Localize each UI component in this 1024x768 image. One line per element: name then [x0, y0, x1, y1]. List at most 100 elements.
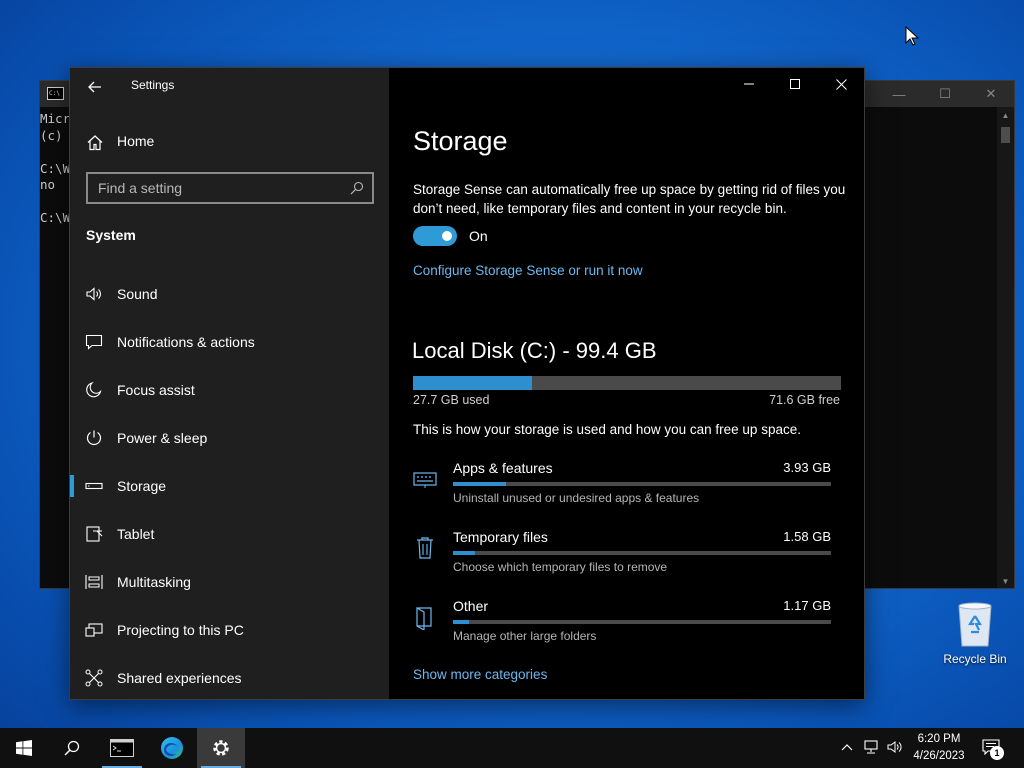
console-close-button[interactable]: ✕ [968, 81, 1014, 107]
category-usage-bar [453, 551, 831, 555]
toggle-state-label: On [469, 228, 488, 244]
category-usage-fill [453, 551, 475, 555]
notification-count-badge: 1 [990, 746, 1004, 760]
recycle-bin-desktop-icon[interactable]: Recycle Bin [938, 600, 1012, 672]
sidebar-item-label: Tablet [117, 526, 155, 542]
drive-icon [85, 482, 103, 490]
sidebar-item-multitasking[interactable]: Multitasking [70, 558, 389, 606]
console-window-controls: — ☐ ✕ [876, 81, 1014, 107]
category-size: 3.93 GB [783, 460, 831, 475]
multitasking-icon [85, 575, 103, 589]
gear-icon [213, 740, 229, 756]
category-subtitle: Manage other large folders [453, 629, 597, 643]
console-output[interactable]: Micr (c) C:\W no C:\W [40, 111, 70, 227]
taskbar-edge[interactable] [148, 728, 196, 768]
category-other[interactable]: Other 1.17 GB Manage other large folders [413, 598, 831, 658]
category-usage-bar [453, 482, 831, 486]
window-controls [726, 68, 864, 100]
sidebar-item-storage[interactable]: Storage [70, 462, 389, 510]
projector-icon [85, 623, 103, 637]
sidebar-item-label: Notifications & actions [117, 334, 255, 350]
console-scrollbar[interactable]: ▲ ▼ [997, 107, 1014, 588]
search-icon [64, 740, 80, 756]
search-box [86, 172, 374, 204]
category-size: 1.17 GB [783, 598, 831, 613]
section-heading: System [86, 227, 136, 243]
console-line: C:\W [40, 210, 71, 225]
sidebar-item-label: Focus assist [117, 382, 195, 398]
back-arrow-icon [88, 81, 101, 93]
sidebar-item-sound[interactable]: Sound [70, 270, 389, 318]
sidebar-item-power-sleep[interactable]: Power & sleep [70, 414, 389, 462]
recycle-bin-icon [958, 602, 992, 647]
scroll-down-arrow-icon[interactable]: ▼ [997, 577, 1014, 586]
sidebar-item-focus-assist[interactable]: Focus assist [70, 366, 389, 414]
storage-sense-toggle[interactable] [413, 226, 457, 246]
sidebar-nav: Sound Notifications & actions Focus assi… [70, 270, 389, 702]
taskbar-console[interactable] [98, 728, 146, 768]
nav-home[interactable]: Home [70, 124, 389, 160]
speaker-icon [86, 287, 101, 301]
settings-window: Settings Home System Sound Notifications… [69, 67, 865, 700]
console-scroll-thumb[interactable] [1001, 127, 1010, 143]
console-line: (c) [40, 127, 63, 143]
console-maximize-button[interactable]: ☐ [922, 81, 968, 107]
edge-browser-icon [161, 737, 183, 759]
taskbar-clock[interactable]: 6:20 PM 4/26/2023 [902, 731, 976, 765]
taskbar-settings[interactable] [197, 728, 245, 768]
storage-sense-description: Storage Sense can automatically free up … [413, 182, 846, 216]
show-hidden-icons-button[interactable] [838, 738, 856, 756]
sidebar-item-tablet[interactable]: Tablet [70, 510, 389, 558]
message-icon [85, 334, 103, 350]
sidebar-item-notifications[interactable]: Notifications & actions [70, 318, 389, 366]
search-icon[interactable] [350, 181, 364, 195]
category-apps-features[interactable]: Apps & features 3.93 GB Uninstall unused… [413, 460, 831, 520]
maximize-button[interactable] [772, 68, 818, 100]
power-icon [86, 430, 102, 446]
mouse-cursor-icon [905, 26, 919, 46]
close-icon [835, 78, 847, 90]
disk-usage-fill [413, 376, 533, 390]
console-app-icon: C:\ [47, 87, 64, 100]
chevron-up-icon [841, 744, 853, 751]
console-minimize-button[interactable]: — [876, 81, 922, 107]
moon-icon [86, 381, 102, 398]
sidebar-item-label: Shared experiences [117, 670, 242, 686]
category-subtitle: Uninstall unused or undesired apps & fea… [453, 491, 700, 505]
category-subtitle: Choose which temporary files to remove [453, 560, 668, 574]
folder-icon [416, 606, 432, 630]
disk-title: Local Disk (C:) - 99.4 GB [412, 338, 657, 363]
show-more-categories-link[interactable]: Show more categories [413, 667, 547, 682]
minimize-icon [744, 83, 754, 85]
close-button[interactable] [818, 68, 864, 100]
configure-storage-sense-link[interactable]: Configure Storage Sense or run it now [413, 263, 643, 278]
volume-icon [887, 741, 902, 753]
sidebar-item-label: Multitasking [117, 574, 191, 590]
share-icon [85, 669, 103, 687]
network-tray-button[interactable] [862, 738, 880, 756]
minimize-button[interactable] [726, 68, 772, 100]
maximize-icon [790, 79, 800, 89]
scroll-up-arrow-icon[interactable]: ▲ [997, 111, 1014, 120]
sidebar-item-projecting[interactable]: Projecting to this PC [70, 606, 389, 654]
search-input[interactable] [88, 174, 372, 202]
sidebar-item-shared-experiences[interactable]: Shared experiences [70, 654, 389, 702]
clock-date: 4/26/2023 [913, 750, 965, 762]
category-name: Apps & features [453, 460, 553, 476]
clock-time: 6:20 PM [917, 733, 961, 745]
search-taskbar-button[interactable] [48, 728, 96, 768]
back-button[interactable] [84, 76, 106, 98]
settings-sidebar: Settings Home System Sound Notifications… [70, 68, 389, 699]
tablet-icon [86, 526, 103, 542]
category-usage-bar [453, 620, 831, 624]
settings-content: Storage Storage Sense can automatically … [389, 68, 864, 699]
category-temporary-files[interactable]: Temporary files 1.58 GB Choose which tem… [413, 529, 831, 589]
windows-logo-icon [16, 740, 32, 756]
taskbar: 6:20 PM 4/26/2023 1 [0, 728, 1024, 768]
disk-usage-bar[interactable] [413, 376, 841, 390]
start-button[interactable] [0, 728, 48, 768]
sidebar-item-label: Power & sleep [117, 430, 208, 446]
trash-icon [417, 537, 433, 559]
window-title: Settings [131, 78, 175, 92]
